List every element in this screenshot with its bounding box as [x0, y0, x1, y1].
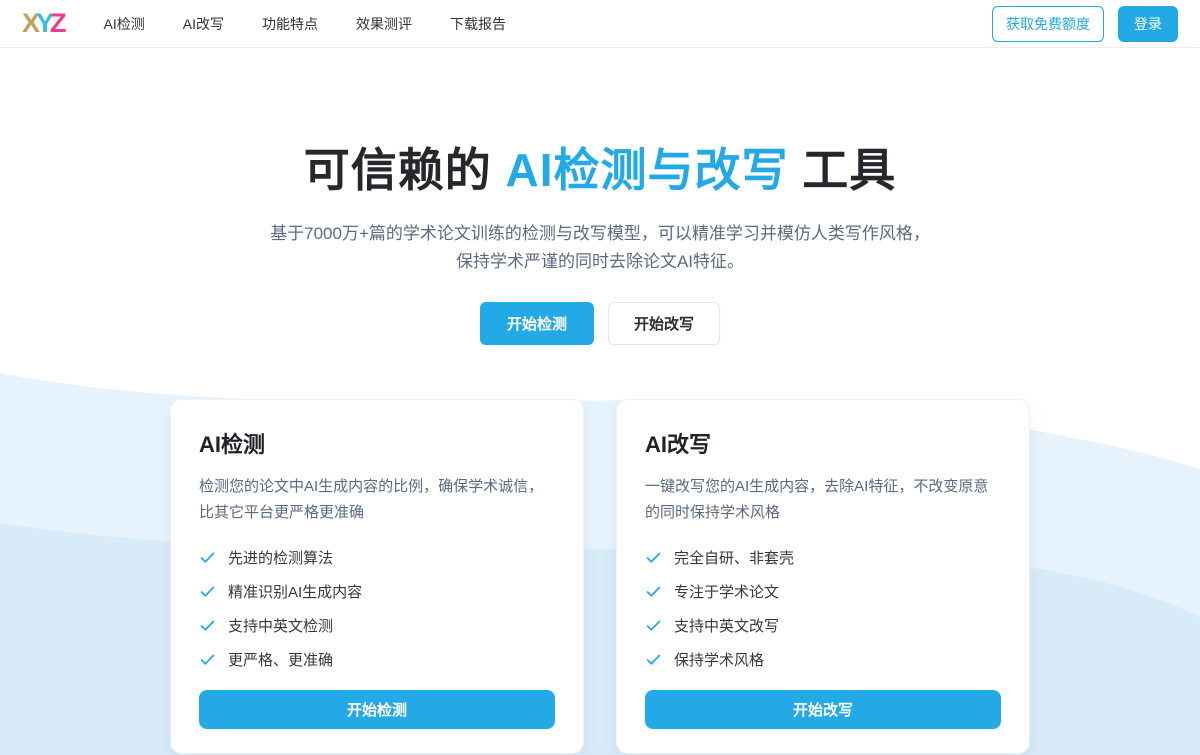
feature-label: 保持学术风格	[674, 649, 764, 670]
hero-title-prefix: 可信赖的	[304, 144, 506, 196]
feature-label: 完全自研、非套壳	[674, 547, 794, 568]
check-icon	[199, 617, 216, 634]
top-nav: XYZ AI检测 AI改写 功能特点 效果测评 下载报告 获取免费额度 登录	[0, 0, 1200, 48]
nav-item-download-report[interactable]: 下载报告	[450, 14, 506, 34]
feature-item: 支持中英文检测	[199, 615, 555, 636]
feature-item: 完全自研、非套壳	[645, 547, 1001, 568]
logo-letter-x: X	[22, 8, 37, 38]
check-icon	[645, 617, 662, 634]
card-title: AI检测	[199, 427, 555, 459]
card-ai-detect: AI检测 检测您的论文中AI生成内容的比例，确保学术诚信，比其它平台更严格更准确…	[170, 399, 584, 754]
nav-item-ai-detect[interactable]: AI检测	[104, 14, 145, 34]
logo-letter-z: Z	[50, 8, 64, 38]
page-main: 可信赖的 AI检测与改写 工具 基于7000万+篇的学术论文训练的检测与改写模型…	[0, 48, 1200, 754]
check-icon	[199, 583, 216, 600]
card-description: 检测您的论文中AI生成内容的比例，确保学术诚信，比其它平台更严格更准确	[199, 474, 555, 526]
card-ai-rewrite: AI改写 一键改写您的AI生成内容，去除AI特征，不改变原意的同时保持学术风格 …	[616, 399, 1030, 754]
feature-item: 支持中英文改写	[645, 615, 1001, 636]
feature-label: 支持中英文检测	[228, 615, 333, 636]
check-icon	[199, 651, 216, 668]
hero-subtitle-line1: 基于7000万+篇的学术论文训练的检测与改写模型，可以精准学习并模仿人类写作风格…	[270, 224, 930, 243]
hero-actions: 开始检测 开始改写	[0, 302, 1200, 345]
card-title: AI改写	[645, 427, 1001, 459]
brand-logo[interactable]: XYZ	[22, 10, 64, 37]
feature-item: 先进的检测算法	[199, 547, 555, 568]
feature-item: 更严格、更准确	[199, 649, 555, 670]
hero-subtitle: 基于7000万+篇的学术论文训练的检测与改写模型，可以精准学习并模仿人类写作风格…	[0, 220, 1200, 276]
feature-cards: AI检测 检测您的论文中AI生成内容的比例，确保学术诚信，比其它平台更严格更准确…	[170, 399, 1030, 754]
nav-item-benchmarks[interactable]: 效果测评	[356, 14, 412, 34]
check-icon	[645, 583, 662, 600]
free-quota-button[interactable]: 获取免费额度	[992, 6, 1104, 42]
card-start-rewrite-button[interactable]: 开始改写	[645, 690, 1001, 729]
feature-label: 先进的检测算法	[228, 547, 333, 568]
feature-item: 专注于学术论文	[645, 581, 1001, 602]
card-description: 一键改写您的AI生成内容，去除AI特征，不改变原意的同时保持学术风格	[645, 474, 1001, 526]
login-button[interactable]: 登录	[1118, 6, 1178, 42]
check-icon	[645, 549, 662, 566]
nav-item-features[interactable]: 功能特点	[262, 14, 318, 34]
feature-label: 专注于学术论文	[674, 581, 779, 602]
hero-start-detect-button[interactable]: 开始检测	[480, 302, 594, 345]
hero-title-suffix: 工具	[789, 144, 897, 196]
hero-start-rewrite-button[interactable]: 开始改写	[608, 302, 720, 345]
feature-item: 精准识别AI生成内容	[199, 581, 555, 602]
hero-title-highlight: AI检测与改写	[506, 144, 789, 196]
feature-label: 支持中英文改写	[674, 615, 779, 636]
feature-item: 保持学术风格	[645, 649, 1001, 670]
main-nav: AI检测 AI改写 功能特点 效果测评 下载报告	[104, 14, 992, 34]
nav-item-ai-rewrite[interactable]: AI改写	[183, 14, 224, 34]
nav-actions: 获取免费额度 登录	[992, 6, 1178, 42]
check-icon	[199, 549, 216, 566]
logo-letter-y: Y	[36, 8, 51, 38]
card-start-detect-button[interactable]: 开始检测	[199, 690, 555, 729]
hero-title: 可信赖的 AI检测与改写 工具	[0, 134, 1200, 200]
check-icon	[645, 651, 662, 668]
feature-label: 精准识别AI生成内容	[228, 581, 362, 602]
feature-label: 更严格、更准确	[228, 649, 333, 670]
hero-section: 可信赖的 AI检测与改写 工具 基于7000万+篇的学术论文训练的检测与改写模型…	[0, 48, 1200, 345]
hero-subtitle-line2: 保持学术严谨的同时去除论文AI特征。	[456, 252, 744, 271]
